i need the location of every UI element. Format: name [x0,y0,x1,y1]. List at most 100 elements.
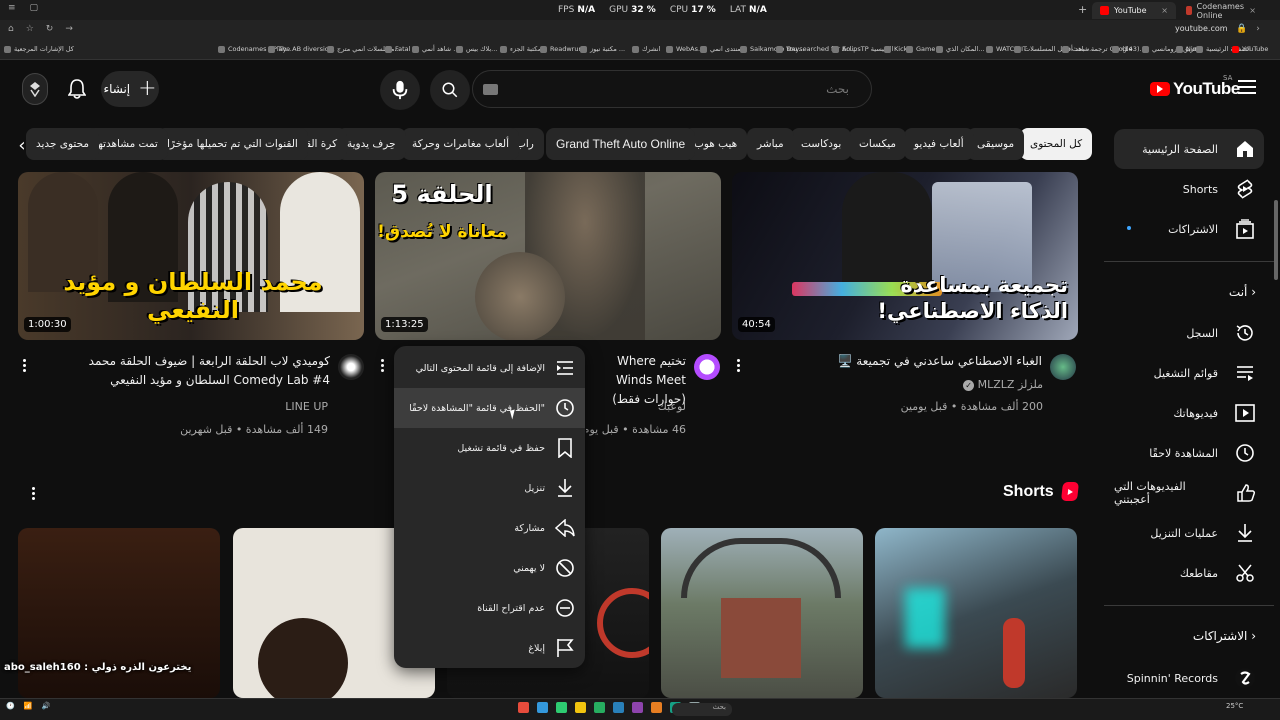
chip-action-adventure[interactable]: ألعاب مغامرات وحركة [402,128,520,160]
weather-widget[interactable]: 25°C [1226,702,1243,710]
video-title[interactable]: الغباء الاصطناعي ساعدني في تجميعة 🖥️ [770,352,1042,371]
refresh-icon[interactable]: ↻ [46,24,54,34]
home-icon[interactable]: ⌂ [8,24,14,34]
short-thumbnail[interactable] [875,528,1077,698]
close-tab-icon[interactable]: × [1249,6,1256,15]
app-icon[interactable] [537,702,548,713]
tab-codenames[interactable]: Codenames Online × [1178,2,1264,20]
sidebar-item-downloads[interactable]: عمليات التنزيل [1114,513,1264,553]
avatar[interactable] [22,73,48,105]
tab-youtube[interactable]: YouTube × [1092,2,1176,19]
video-title[interactable]: كوميدي لاب الحلقة الرابعة | ضيوف الحلقة … [40,352,330,390]
menu-share[interactable]: مشاركة [394,508,585,548]
menu-add-to-queue[interactable]: الإضافة إلى قائمة المحتوى التالي [394,348,585,388]
channel-avatar[interactable] [1050,354,1076,380]
app-icon[interactable] [632,702,643,713]
chip-all[interactable]: كل المحتوى [1020,128,1093,160]
lock-icon[interactable]: 🔒 [1236,24,1247,34]
shorts-more-options-icon[interactable] [27,483,39,503]
app-icon[interactable] [613,702,624,713]
bookmark-item[interactable]: انشرك [632,45,660,53]
more-options-icon[interactable] [732,355,744,375]
window-restore-icon[interactable]: ▢ [30,3,39,13]
channel-avatar[interactable] [338,354,364,380]
create-button[interactable]: إنشاء + [101,71,159,107]
video-thumbnail[interactable]: تجميعة بمساعدة الذكاء الاصطناعي! 40:54 [732,172,1078,340]
bookmark-item[interactable]: كل الإشارات المرجعية [4,45,74,53]
menu-download[interactable]: تنزيل [394,468,585,508]
window-menu-icon[interactable]: ≡ [8,3,16,13]
video-channel[interactable]: لوعبك [586,400,686,413]
bookmark-item[interactable]: (143)... [1112,45,1146,53]
chip-video-games[interactable]: ألعاب فيديو [904,128,974,160]
keyboard-icon[interactable] [483,84,498,95]
sidebar-item-home[interactable]: الصفحة الرئيسية [1114,129,1264,169]
folder-icon[interactable] [575,702,586,713]
chip-crafts[interactable]: حِرف يدوية [337,128,406,160]
wifi-icon[interactable]: 📶 [24,702,33,710]
sidebar-item-liked-videos[interactable]: الفيديوهات التي أعجبتني [1114,473,1264,513]
hamburger-menu-icon[interactable] [1238,80,1256,94]
bookmark-item[interactable]: بلاك بيس... [456,45,497,53]
new-tab-button[interactable]: + [1078,3,1087,16]
taskbar-search[interactable]: بحث [672,703,732,716]
bookmark-item[interactable]: شاهد أنمي ... [412,45,459,53]
menu-not-interested[interactable]: لا يهمني [394,548,585,588]
forward-icon[interactable]: → [65,24,73,34]
chip-new-to-you[interactable]: محتوى جديد [26,128,99,160]
youtube-logo[interactable]: YouTube SA [1150,74,1240,99]
bookmark-item[interactable]: The AB diversio... [268,45,335,53]
chip-mixes[interactable]: ميكسات [849,128,907,160]
bookmark-favicon-icon [1176,45,1183,53]
voice-search-button[interactable] [380,70,420,110]
volume-icon[interactable]: 🔊 [41,702,50,710]
sidebar-item-shorts[interactable]: Shorts [1114,169,1264,209]
sidebar-item-your-videos[interactable]: فيديوهاتك [1114,393,1264,433]
chip-music[interactable]: موسيقى [967,128,1025,160]
bookmark-item[interactable]: YouTube [1232,45,1268,53]
chip-gta-online[interactable]: Grand Theft Auto Online [546,128,696,160]
short-thumbnail[interactable] [661,528,863,698]
sidebar-item-watch-later[interactable]: المشاهدة لاحقًا [1114,433,1264,473]
channel-avatar[interactable] [694,354,720,380]
sidebar-subscriptions-header[interactable]: الاشتراكات › [1114,629,1264,643]
video-thumbnail[interactable]: الحلقة 5 معاناة لا تُصدق! 1:13:25 [375,172,721,340]
page-scrollbar[interactable] [1274,200,1278,280]
notifications-button[interactable] [64,76,90,102]
bookmark-item[interactable]: مكتبة نيوز ... [580,45,625,53]
sidebar-item-label: الصفحة الرئيسية [1142,142,1218,156]
bookmark-item[interactable]: المكان الذي... [936,45,984,53]
video-thumbnail[interactable]: محمد السلطان و مؤيد النفيعي 1:00:30 [18,172,364,340]
bookmark-star-icon[interactable]: ☆ [26,24,34,34]
sidebar-item-playlists[interactable]: قوائم التشغيل [1114,353,1264,393]
video-channel[interactable]: LINE UP [40,400,328,413]
menu-save-to-playlist[interactable]: حفظ في قائمة تشغيل [394,428,585,468]
sidebar-item-spinnin-records[interactable]: Spinnin' Records [1114,658,1264,698]
sidebar-item-clips[interactable]: مقاطعك [1114,553,1264,593]
xbox-icon[interactable] [594,702,605,713]
bookmark-item[interactable]: WebAs... [666,45,704,53]
search-input[interactable] [513,79,853,99]
chip-recently-uploaded[interactable]: القنوات التي تم تحميلها مؤخرًا [157,128,308,160]
menu-save-to-watch-later[interactable]: الحفظ في قائمة "المشاهدة لاحقًا" [394,388,585,428]
bookmark-favicon-icon [1196,45,1203,53]
bookmark-item[interactable]: Kick [884,45,907,53]
chip-podcasts[interactable]: بودكاست [791,128,852,160]
sidebar-item-history[interactable]: السجل [1114,313,1264,353]
sidebar-item-subscriptions[interactable]: الاشتراكات [1114,209,1264,249]
menu-report[interactable]: إبلاغ [394,628,585,668]
chrome-icon[interactable] [651,702,662,713]
sidebar-you-header[interactable]: أنت › [1114,285,1264,299]
more-options-icon[interactable] [376,355,388,375]
app-icon[interactable] [556,702,567,713]
video-channel[interactable]: ملزلز MLZLZ ✓ [800,378,1043,391]
forward-nav-icon[interactable]: › [1256,24,1260,34]
search-button[interactable] [430,70,470,110]
app-icon[interactable] [518,702,529,713]
close-tab-icon[interactable]: × [1161,6,1168,15]
chevron-left-icon[interactable]: ‹ [12,132,32,158]
chip-live[interactable]: مباشر [747,128,794,160]
more-options-icon[interactable] [18,355,30,375]
url-text[interactable]: youtube.com [1175,24,1228,33]
menu-dont-recommend-channel[interactable]: عدم اقتراح القناة [394,588,585,628]
